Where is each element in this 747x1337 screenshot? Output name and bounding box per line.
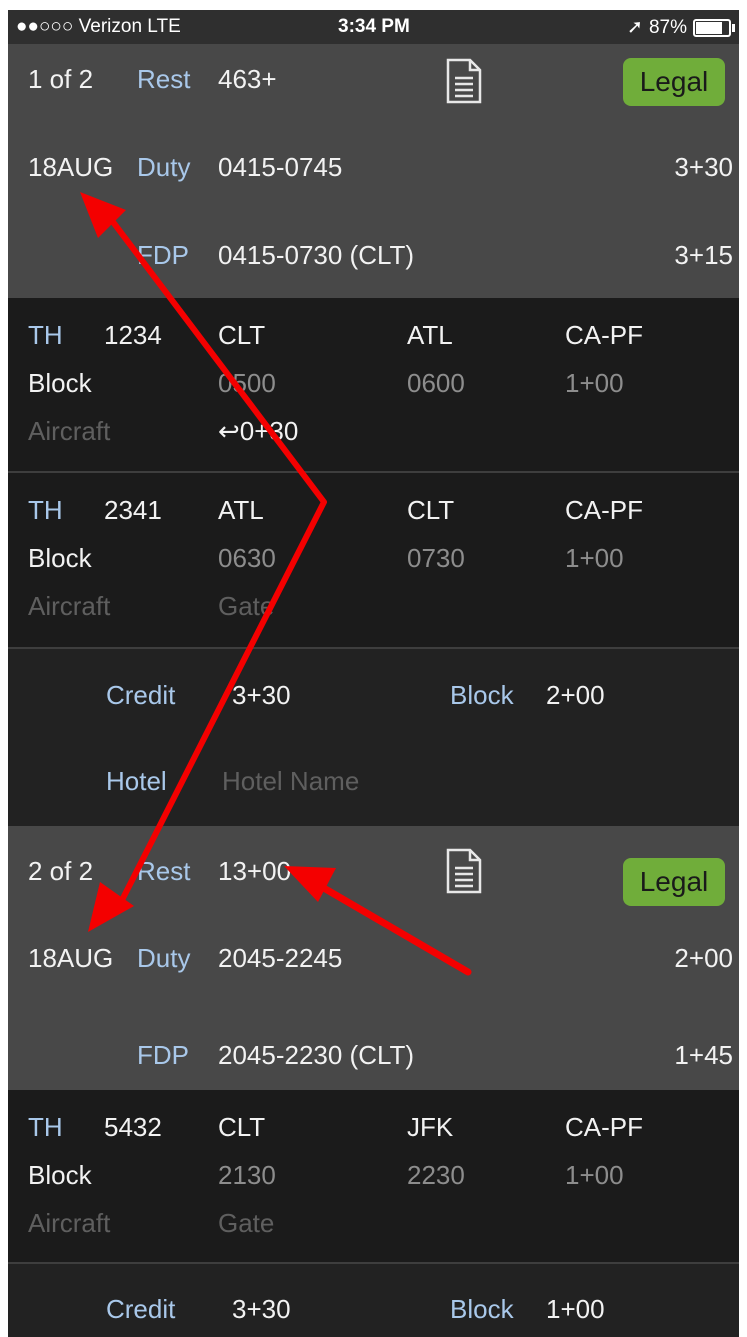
app-screen: ●●○○○ Verizon LTE 3:34 PM ➚ 87% 1 of 2 R… xyxy=(8,10,739,1337)
zigzag-arrow-line xyxy=(101,207,327,911)
rest-arrow-line xyxy=(306,876,472,976)
arrow-head-left xyxy=(284,866,336,902)
annotation-arrows xyxy=(80,192,472,976)
